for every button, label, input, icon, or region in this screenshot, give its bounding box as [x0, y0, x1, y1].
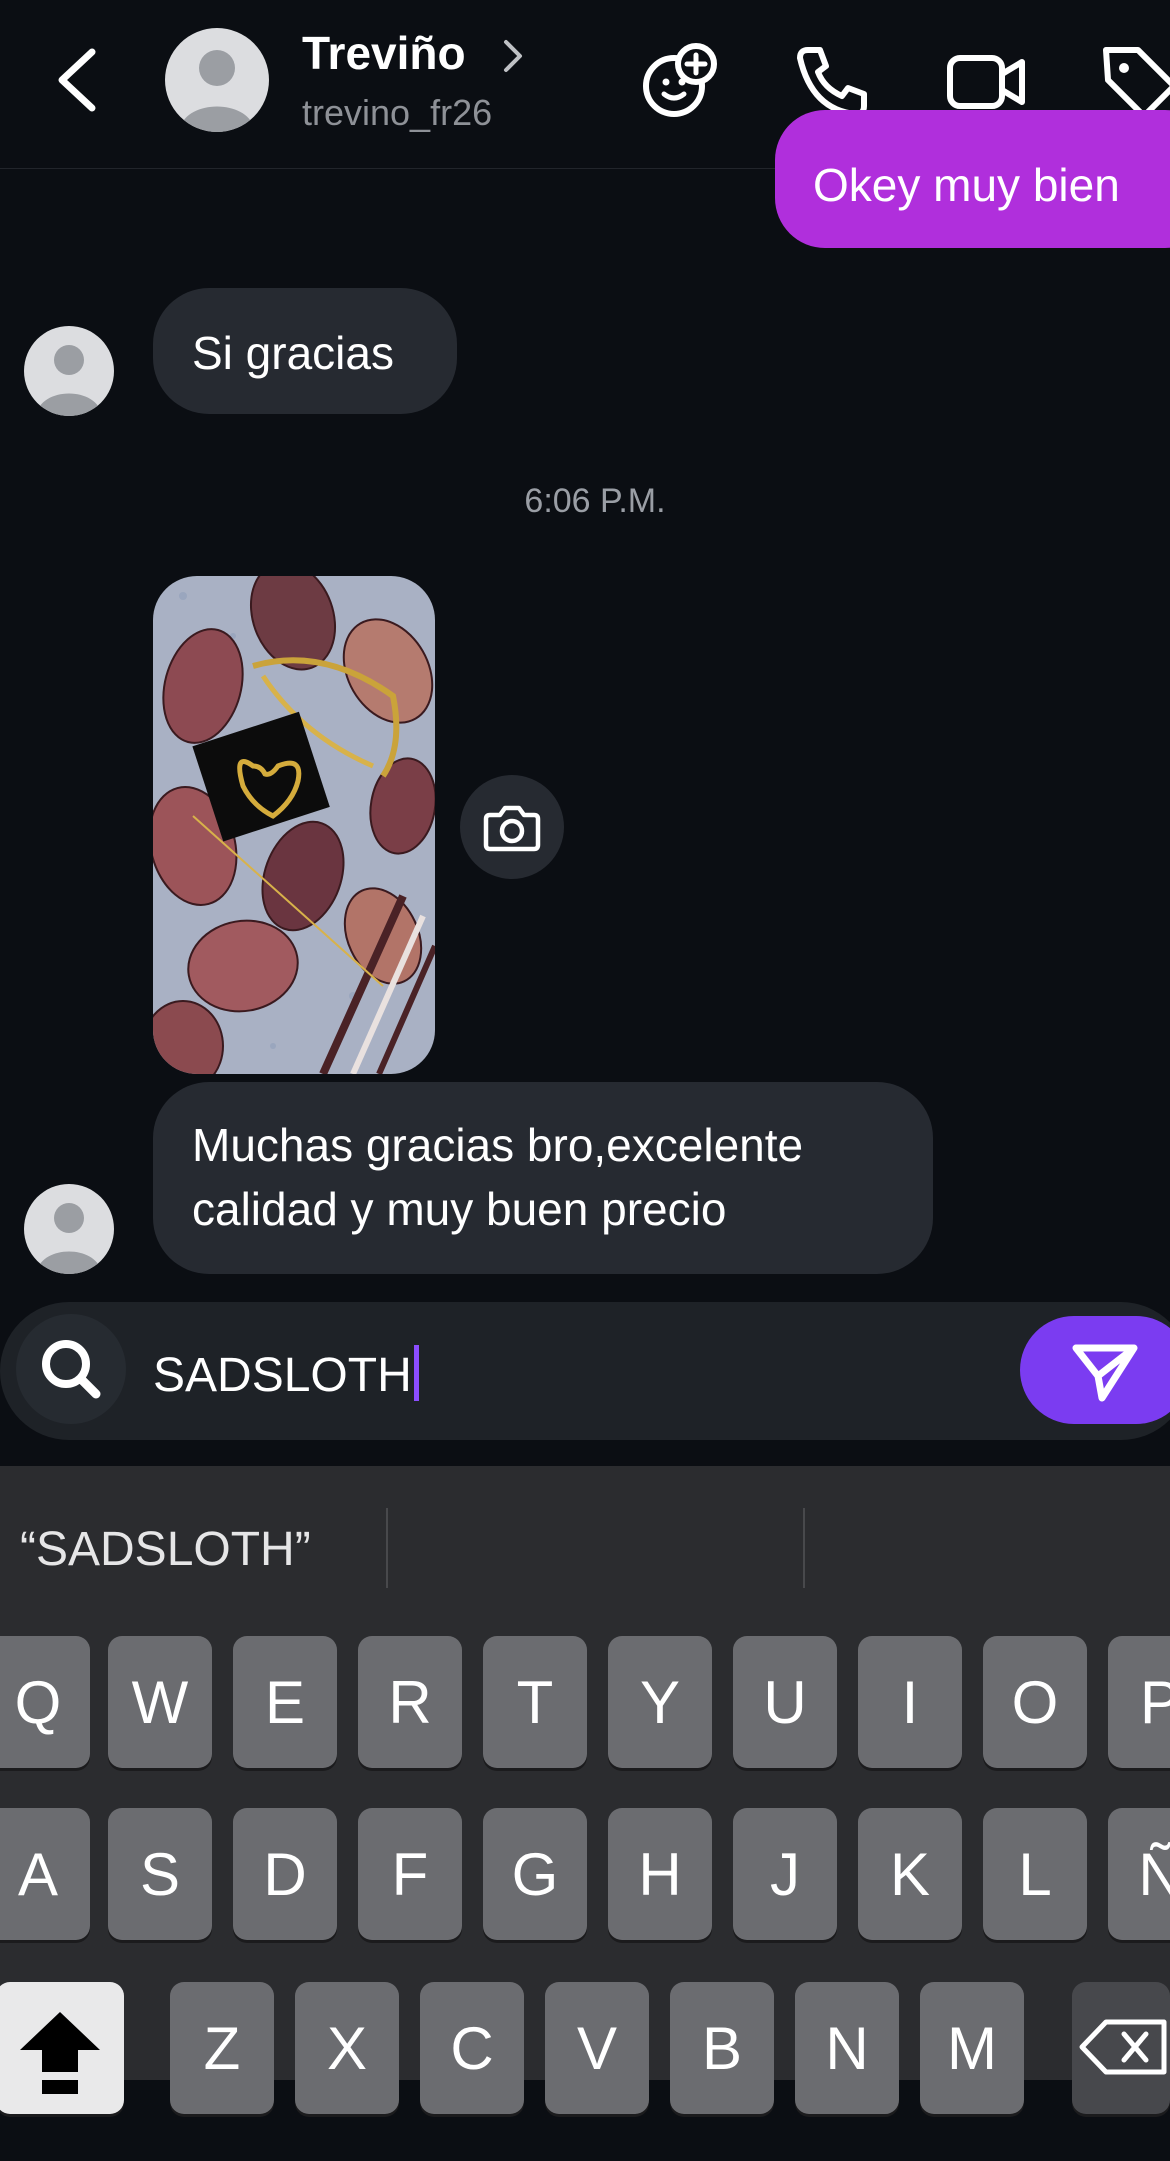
key-r[interactable]: R: [358, 1636, 462, 1768]
key-f[interactable]: F: [358, 1808, 462, 1940]
suggestion-divider: [386, 1508, 388, 1588]
send-icon: [1072, 1344, 1138, 1402]
key-w[interactable]: W: [108, 1636, 212, 1768]
text-caret: [413, 1345, 419, 1401]
key-k[interactable]: K: [858, 1808, 962, 1940]
key-h[interactable]: H: [608, 1808, 712, 1940]
key-i[interactable]: I: [858, 1636, 962, 1768]
back-icon[interactable]: [48, 46, 108, 114]
add-effects-icon[interactable]: [638, 40, 722, 124]
key-n-tilde[interactable]: Ñ: [1108, 1808, 1170, 1940]
send-button[interactable]: [1020, 1316, 1170, 1424]
message-timestamp: 6:06 P.M.: [524, 482, 666, 520]
camera-reply-button[interactable]: [460, 775, 564, 879]
key-x[interactable]: X: [295, 1982, 399, 2114]
message-input[interactable]: SADSLOTH: [153, 1345, 419, 1403]
backspace-icon: [1079, 2019, 1167, 2075]
key-g[interactable]: G: [483, 1808, 587, 1940]
suggestion-divider: [803, 1508, 805, 1588]
key-o[interactable]: O: [983, 1636, 1087, 1768]
key-e[interactable]: E: [233, 1636, 337, 1768]
incoming-message[interactable]: Si gracias: [153, 288, 457, 414]
key-z[interactable]: Z: [170, 1982, 274, 2114]
incoming-message[interactable]: Muchas gracias bro,excelente calidad y m…: [153, 1082, 933, 1274]
contact-name[interactable]: Treviño: [302, 26, 466, 80]
contact-avatar[interactable]: [165, 28, 269, 132]
incoming-message-text-line2: calidad y muy buen precio: [192, 1183, 727, 1235]
key-a[interactable]: A: [0, 1808, 90, 1940]
key-l[interactable]: L: [983, 1808, 1087, 1940]
key-t[interactable]: T: [483, 1636, 587, 1768]
key-c[interactable]: C: [420, 1982, 524, 2114]
chevron-right-icon[interactable]: [500, 36, 526, 76]
key-s[interactable]: S: [108, 1808, 212, 1940]
autocomplete-suggestion[interactable]: “SADSLOTH”: [20, 1522, 311, 1577]
shared-photo[interactable]: [153, 576, 435, 1074]
sender-avatar[interactable]: [24, 1184, 114, 1274]
incoming-message-text: Si gracias: [192, 327, 394, 379]
key-q[interactable]: Q: [0, 1636, 90, 1768]
key-p[interactable]: P: [1108, 1636, 1170, 1768]
incoming-message-text-line1: Muchas gracias bro,excelente: [192, 1119, 804, 1171]
search-button[interactable]: [16, 1314, 126, 1424]
camera-icon: [483, 805, 541, 852]
search-icon: [42, 1340, 101, 1399]
message-input-value: SADSLOTH: [153, 1349, 412, 1402]
key-j[interactable]: J: [733, 1808, 837, 1940]
key-m[interactable]: M: [920, 1982, 1024, 2114]
key-y[interactable]: Y: [608, 1636, 712, 1768]
key-u[interactable]: U: [733, 1636, 837, 1768]
key-d[interactable]: D: [233, 1808, 337, 1940]
key-n[interactable]: N: [795, 1982, 899, 2114]
backspace-key[interactable]: [1072, 1982, 1170, 2114]
sender-avatar[interactable]: [24, 326, 114, 416]
key-v[interactable]: V: [545, 1982, 649, 2114]
shift-icon: [20, 2012, 100, 2094]
outgoing-message[interactable]: Okey muy bien: [775, 110, 1170, 248]
key-b[interactable]: B: [670, 1982, 774, 2114]
contact-username[interactable]: trevino_fr26: [302, 92, 492, 134]
shift-key[interactable]: [0, 1982, 124, 2114]
outgoing-message-text: Okey muy bien: [813, 159, 1120, 211]
